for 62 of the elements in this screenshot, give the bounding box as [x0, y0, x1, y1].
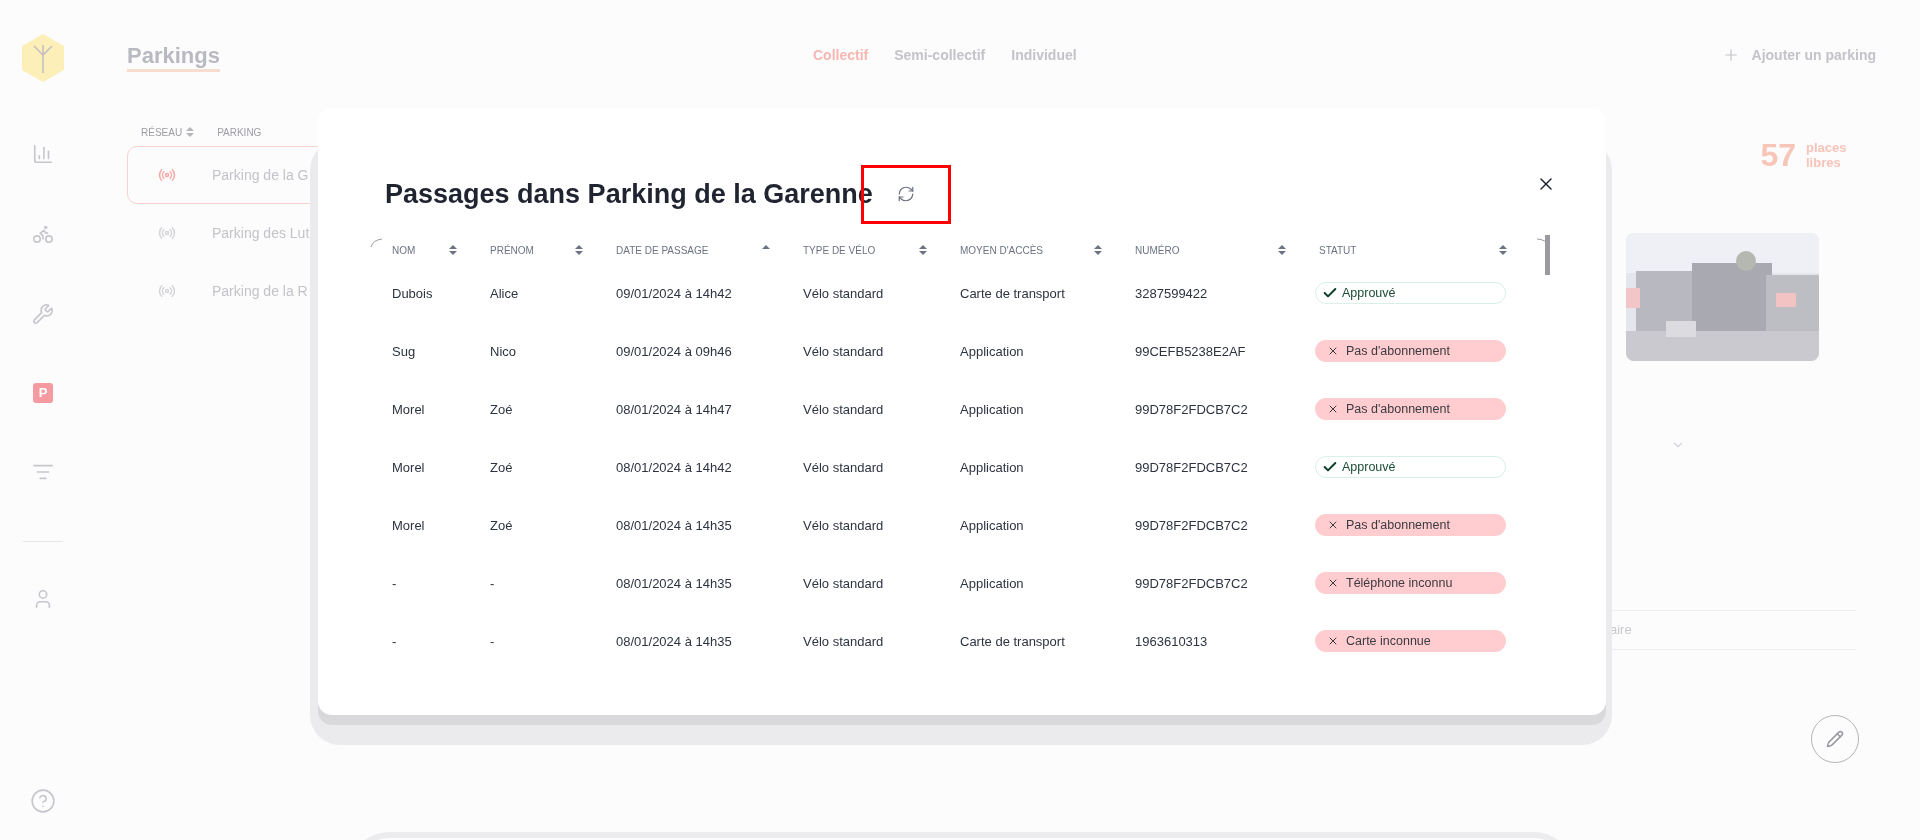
table-cell: Zoé	[490, 518, 513, 533]
table-cell: Vélo standard	[803, 518, 884, 533]
table-cell: -	[392, 576, 397, 591]
table-cell: 08/01/2024 à 14h35	[616, 518, 732, 533]
table-cell: Morel	[392, 460, 425, 475]
table-cell: Carte de transport	[960, 286, 1065, 301]
table-cell: 99CEFB5238E2AF	[1135, 344, 1246, 359]
table-cell: 08/01/2024 à 14h35	[616, 576, 732, 591]
table-cell: Morel	[392, 402, 425, 417]
table-cell: Morel	[392, 518, 425, 533]
column-header: DATE DE PASSAGE	[616, 243, 709, 258]
status-badge: Pas d'abonnement	[1315, 514, 1506, 536]
table-cell: Application	[960, 344, 1024, 359]
column-header: NUMÉRO	[1135, 243, 1180, 258]
table-cell: Vélo standard	[803, 460, 884, 475]
table-cell: Alice	[490, 286, 519, 301]
table-cell: -	[490, 576, 495, 591]
page-title: Parkings	[127, 42, 220, 72]
status-badge: Pas d'abonnement	[1315, 340, 1506, 362]
column-header: TYPE DE VÉLO	[803, 243, 876, 258]
table-cell: Vélo standard	[803, 576, 884, 591]
table-cell: Application	[960, 402, 1024, 417]
table-cell: Zoé	[490, 460, 513, 475]
table-cell: Dubois	[392, 286, 433, 301]
table-cell: 09/01/2024 à 14h42	[616, 286, 732, 301]
parking-name: Parking des Lut	[212, 223, 310, 243]
table-cell: 99D78F2FDCB7C2	[1135, 518, 1248, 533]
table-cell: Application	[960, 460, 1024, 475]
table-cell: -	[490, 634, 495, 649]
parking-name: Parking de la R	[212, 281, 308, 301]
free-places-count: 57	[1760, 136, 1796, 175]
column-header: RÉSEAU	[141, 125, 183, 140]
status-badge: Carte inconnue	[1315, 630, 1506, 652]
column-header: STATUT	[1319, 243, 1357, 258]
parking-name: Parking de la G	[212, 165, 309, 185]
table-cell: 99D78F2FDCB7C2	[1135, 576, 1248, 591]
table-cell: 08/01/2024 à 14h42	[616, 460, 732, 475]
table-cell: Nico	[490, 344, 516, 359]
table-cell: -	[392, 634, 397, 649]
table-cell: 3287599422	[1135, 286, 1208, 301]
column-header: MOYEN D'ACCÈS	[960, 243, 1044, 258]
table-cell: Vélo standard	[803, 344, 884, 359]
table-cell: Vélo standard	[803, 402, 884, 417]
table-cell: Vélo standard	[803, 286, 884, 301]
table-cell: 99D78F2FDCB7C2	[1135, 402, 1248, 417]
table-cell: 09/01/2024 à 09h46	[616, 344, 732, 359]
table-cell: Vélo standard	[803, 634, 884, 649]
column-header: NOM	[392, 243, 416, 258]
table-cell: 99D78F2FDCB7C2	[1135, 460, 1248, 475]
table-cell: Sug	[392, 344, 416, 359]
column-header: PRÉNOM	[490, 243, 534, 258]
table-cell: Carte de transport	[960, 634, 1065, 649]
table-cell: 08/01/2024 à 14h47	[616, 402, 732, 417]
column-header: PARKING	[217, 125, 262, 140]
status-badge: Téléphone inconnu	[1315, 572, 1506, 594]
table-cell: Zoé	[490, 402, 513, 417]
table-cell: Application	[960, 518, 1024, 533]
free-places-label: places libres	[1806, 140, 1846, 170]
table-cell: 1963610313	[1135, 634, 1208, 649]
table-cell: Application	[960, 576, 1024, 591]
table-cell: 08/01/2024 à 14h35	[616, 634, 732, 649]
status-badge: Pas d'abonnement	[1315, 398, 1506, 420]
